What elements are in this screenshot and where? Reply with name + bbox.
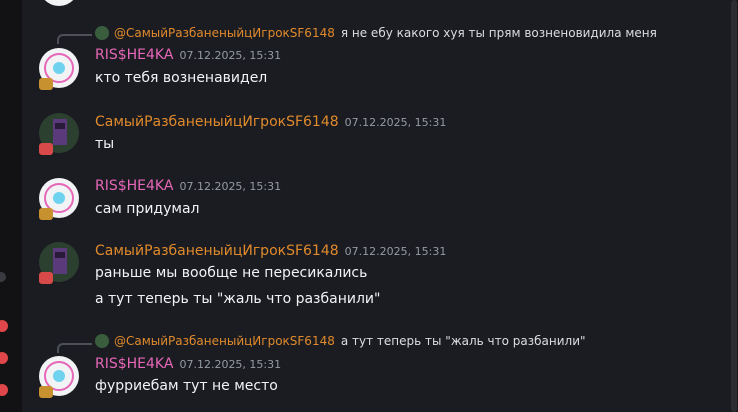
message-author[interactable]: RIS$HE4KA <box>95 356 173 372</box>
avatar[interactable] <box>39 0 79 6</box>
reply-spine <box>57 34 92 44</box>
server-rail <box>0 0 22 412</box>
scrollbar-track[interactable] <box>730 0 738 412</box>
unread-indicator[interactable] <box>0 352 8 364</box>
reply-preview[interactable]: @СамыйРазбаненыйцИгрокSF6148 я не ебу ка… <box>95 26 657 40</box>
unread-indicator[interactable] <box>0 384 8 396</box>
message-text: сам придумал <box>95 201 200 217</box>
message-text: раньше мы вообще не пересикались <box>95 265 368 281</box>
reply-author[interactable]: @СамыйРазбаненыйцИгрокSF6148 <box>114 334 335 348</box>
message-timestamp[interactable]: 07.12.2025, 15:31 <box>179 49 281 62</box>
reply-text: а тут теперь ты "жаль что разбанили" <box>340 334 586 348</box>
reply-avatar <box>95 26 109 40</box>
message-text: а тут теперь ты "жаль что разбанили" <box>95 291 381 307</box>
message-author[interactable]: RIS$HE4KA <box>95 178 173 194</box>
unread-indicator[interactable] <box>0 320 8 332</box>
reply-author[interactable]: @СамыйРазбаненыйцИгрокSF6148 <box>114 26 335 40</box>
message-timestamp[interactable]: 07.12.2025, 15:31 <box>179 180 281 193</box>
reply-avatar <box>95 334 109 348</box>
reply-text: я не ебу какого хуя ты прям возненовидил… <box>340 26 657 40</box>
avatar-badge-icon <box>39 208 53 220</box>
avatar-badge-icon <box>39 78 53 90</box>
avatar-badge-icon <box>39 143 53 155</box>
message-text: ты <box>95 136 115 152</box>
message-text: фурриебам тут не место <box>95 378 278 394</box>
avatar-badge-icon <box>39 386 53 398</box>
reply-spine <box>57 343 92 353</box>
message-timestamp[interactable]: 07.12.2025, 15:31 <box>179 358 281 371</box>
server-icon-partial[interactable] <box>0 272 6 282</box>
scrollbar-thumb[interactable] <box>731 0 737 412</box>
avatar-badge-icon <box>39 272 53 284</box>
message-author[interactable]: RIS$HE4KA <box>95 47 173 63</box>
message-author[interactable]: СамыйРазбаненыйцИгрокSF6148 <box>95 243 339 259</box>
message-timestamp[interactable]: 07.12.2025, 15:31 <box>345 116 447 129</box>
message-author[interactable]: СамыйРазбаненыйцИгрокSF6148 <box>95 114 339 130</box>
message-timestamp[interactable]: 07.12.2025, 15:31 <box>345 245 447 258</box>
reply-preview[interactable]: @СамыйРазбаненыйцИгрокSF6148 а тут тепер… <box>95 334 586 348</box>
message-text: кто тебя возненавидел <box>95 70 268 86</box>
